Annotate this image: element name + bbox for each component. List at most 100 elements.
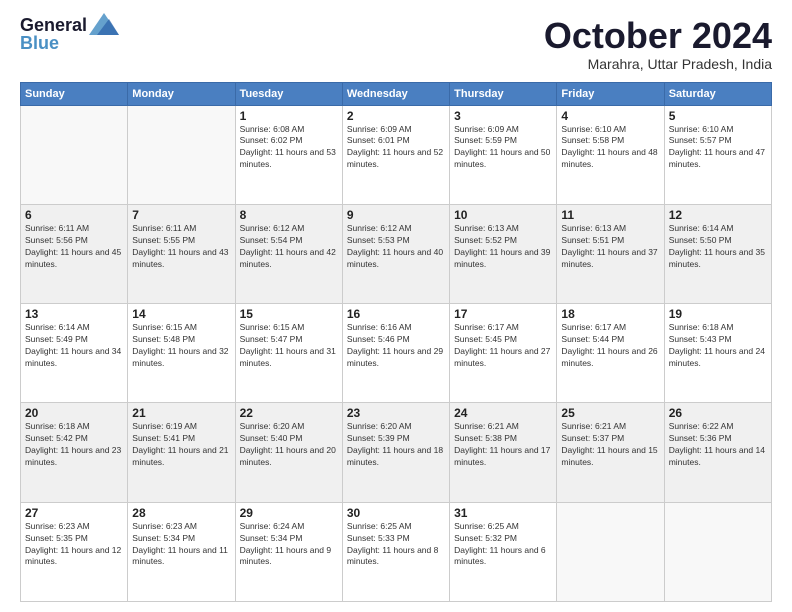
day-cell: 7Sunrise: 6:11 AM Sunset: 5:55 PM Daylig… (128, 204, 235, 303)
month-title: October 2024 (544, 16, 772, 56)
col-wednesday: Wednesday (342, 82, 449, 105)
col-friday: Friday (557, 82, 664, 105)
day-info: Sunrise: 6:23 AM Sunset: 5:34 PM Dayligh… (132, 521, 230, 569)
day-cell: 23Sunrise: 6:20 AM Sunset: 5:39 PM Dayli… (342, 403, 449, 502)
header: General Blue October 2024 Marahra, Uttar… (20, 16, 772, 72)
col-thursday: Thursday (450, 82, 557, 105)
day-cell: 3Sunrise: 6:09 AM Sunset: 5:59 PM Daylig… (450, 105, 557, 204)
day-cell (21, 105, 128, 204)
day-info: Sunrise: 6:09 AM Sunset: 6:01 PM Dayligh… (347, 124, 445, 172)
day-number: 23 (347, 406, 445, 420)
day-cell: 8Sunrise: 6:12 AM Sunset: 5:54 PM Daylig… (235, 204, 342, 303)
day-number: 12 (669, 208, 767, 222)
day-cell: 16Sunrise: 6:16 AM Sunset: 5:46 PM Dayli… (342, 304, 449, 403)
day-info: Sunrise: 6:25 AM Sunset: 5:32 PM Dayligh… (454, 521, 552, 569)
week-row-4: 20Sunrise: 6:18 AM Sunset: 5:42 PM Dayli… (21, 403, 772, 502)
col-monday: Monday (128, 82, 235, 105)
day-info: Sunrise: 6:10 AM Sunset: 5:57 PM Dayligh… (669, 124, 767, 172)
day-cell: 20Sunrise: 6:18 AM Sunset: 5:42 PM Dayli… (21, 403, 128, 502)
day-cell (664, 502, 771, 601)
day-number: 20 (25, 406, 123, 420)
day-cell: 15Sunrise: 6:15 AM Sunset: 5:47 PM Dayli… (235, 304, 342, 403)
day-number: 8 (240, 208, 338, 222)
day-cell: 26Sunrise: 6:22 AM Sunset: 5:36 PM Dayli… (664, 403, 771, 502)
day-cell: 11Sunrise: 6:13 AM Sunset: 5:51 PM Dayli… (557, 204, 664, 303)
week-row-2: 6Sunrise: 6:11 AM Sunset: 5:56 PM Daylig… (21, 204, 772, 303)
day-info: Sunrise: 6:20 AM Sunset: 5:39 PM Dayligh… (347, 421, 445, 469)
day-number: 10 (454, 208, 552, 222)
logo-icon (89, 13, 119, 35)
day-info: Sunrise: 6:13 AM Sunset: 5:51 PM Dayligh… (561, 223, 659, 271)
day-info: Sunrise: 6:21 AM Sunset: 5:38 PM Dayligh… (454, 421, 552, 469)
title-block: October 2024 Marahra, Uttar Pradesh, Ind… (544, 16, 772, 72)
day-cell: 14Sunrise: 6:15 AM Sunset: 5:48 PM Dayli… (128, 304, 235, 403)
day-info: Sunrise: 6:17 AM Sunset: 5:45 PM Dayligh… (454, 322, 552, 370)
logo: General Blue (20, 16, 119, 54)
day-info: Sunrise: 6:13 AM Sunset: 5:52 PM Dayligh… (454, 223, 552, 271)
logo-text-blue: Blue (20, 34, 59, 54)
day-number: 27 (25, 506, 123, 520)
header-row: Sunday Monday Tuesday Wednesday Thursday… (21, 82, 772, 105)
day-info: Sunrise: 6:14 AM Sunset: 5:49 PM Dayligh… (25, 322, 123, 370)
day-info: Sunrise: 6:17 AM Sunset: 5:44 PM Dayligh… (561, 322, 659, 370)
day-cell: 4Sunrise: 6:10 AM Sunset: 5:58 PM Daylig… (557, 105, 664, 204)
day-cell: 25Sunrise: 6:21 AM Sunset: 5:37 PM Dayli… (557, 403, 664, 502)
day-cell: 24Sunrise: 6:21 AM Sunset: 5:38 PM Dayli… (450, 403, 557, 502)
day-info: Sunrise: 6:14 AM Sunset: 5:50 PM Dayligh… (669, 223, 767, 271)
day-number: 15 (240, 307, 338, 321)
day-cell: 10Sunrise: 6:13 AM Sunset: 5:52 PM Dayli… (450, 204, 557, 303)
day-info: Sunrise: 6:09 AM Sunset: 5:59 PM Dayligh… (454, 124, 552, 172)
day-info: Sunrise: 6:20 AM Sunset: 5:40 PM Dayligh… (240, 421, 338, 469)
col-tuesday: Tuesday (235, 82, 342, 105)
day-info: Sunrise: 6:08 AM Sunset: 6:02 PM Dayligh… (240, 124, 338, 172)
day-cell: 22Sunrise: 6:20 AM Sunset: 5:40 PM Dayli… (235, 403, 342, 502)
day-number: 31 (454, 506, 552, 520)
day-number: 24 (454, 406, 552, 420)
day-cell: 6Sunrise: 6:11 AM Sunset: 5:56 PM Daylig… (21, 204, 128, 303)
day-info: Sunrise: 6:15 AM Sunset: 5:47 PM Dayligh… (240, 322, 338, 370)
day-cell: 5Sunrise: 6:10 AM Sunset: 5:57 PM Daylig… (664, 105, 771, 204)
day-number: 21 (132, 406, 230, 420)
day-cell: 30Sunrise: 6:25 AM Sunset: 5:33 PM Dayli… (342, 502, 449, 601)
day-cell: 12Sunrise: 6:14 AM Sunset: 5:50 PM Dayli… (664, 204, 771, 303)
day-number: 25 (561, 406, 659, 420)
day-cell: 13Sunrise: 6:14 AM Sunset: 5:49 PM Dayli… (21, 304, 128, 403)
week-row-1: 1Sunrise: 6:08 AM Sunset: 6:02 PM Daylig… (21, 105, 772, 204)
day-cell (128, 105, 235, 204)
day-number: 17 (454, 307, 552, 321)
col-sunday: Sunday (21, 82, 128, 105)
day-number: 7 (132, 208, 230, 222)
day-cell: 27Sunrise: 6:23 AM Sunset: 5:35 PM Dayli… (21, 502, 128, 601)
day-number: 16 (347, 307, 445, 321)
day-number: 28 (132, 506, 230, 520)
day-number: 13 (25, 307, 123, 321)
day-info: Sunrise: 6:23 AM Sunset: 5:35 PM Dayligh… (25, 521, 123, 569)
day-number: 11 (561, 208, 659, 222)
day-info: Sunrise: 6:12 AM Sunset: 5:54 PM Dayligh… (240, 223, 338, 271)
day-cell: 19Sunrise: 6:18 AM Sunset: 5:43 PM Dayli… (664, 304, 771, 403)
day-info: Sunrise: 6:10 AM Sunset: 5:58 PM Dayligh… (561, 124, 659, 172)
day-info: Sunrise: 6:18 AM Sunset: 5:43 PM Dayligh… (669, 322, 767, 370)
day-cell: 2Sunrise: 6:09 AM Sunset: 6:01 PM Daylig… (342, 105, 449, 204)
day-number: 29 (240, 506, 338, 520)
day-number: 18 (561, 307, 659, 321)
day-number: 5 (669, 109, 767, 123)
day-cell: 29Sunrise: 6:24 AM Sunset: 5:34 PM Dayli… (235, 502, 342, 601)
day-cell: 1Sunrise: 6:08 AM Sunset: 6:02 PM Daylig… (235, 105, 342, 204)
calendar-table: Sunday Monday Tuesday Wednesday Thursday… (20, 82, 772, 602)
day-number: 4 (561, 109, 659, 123)
day-number: 2 (347, 109, 445, 123)
day-number: 9 (347, 208, 445, 222)
day-info: Sunrise: 6:21 AM Sunset: 5:37 PM Dayligh… (561, 421, 659, 469)
day-number: 14 (132, 307, 230, 321)
day-number: 19 (669, 307, 767, 321)
day-number: 30 (347, 506, 445, 520)
day-number: 26 (669, 406, 767, 420)
day-info: Sunrise: 6:18 AM Sunset: 5:42 PM Dayligh… (25, 421, 123, 469)
day-number: 6 (25, 208, 123, 222)
day-cell: 31Sunrise: 6:25 AM Sunset: 5:32 PM Dayli… (450, 502, 557, 601)
week-row-5: 27Sunrise: 6:23 AM Sunset: 5:35 PM Dayli… (21, 502, 772, 601)
day-info: Sunrise: 6:25 AM Sunset: 5:33 PM Dayligh… (347, 521, 445, 569)
day-info: Sunrise: 6:24 AM Sunset: 5:34 PM Dayligh… (240, 521, 338, 569)
day-number: 22 (240, 406, 338, 420)
